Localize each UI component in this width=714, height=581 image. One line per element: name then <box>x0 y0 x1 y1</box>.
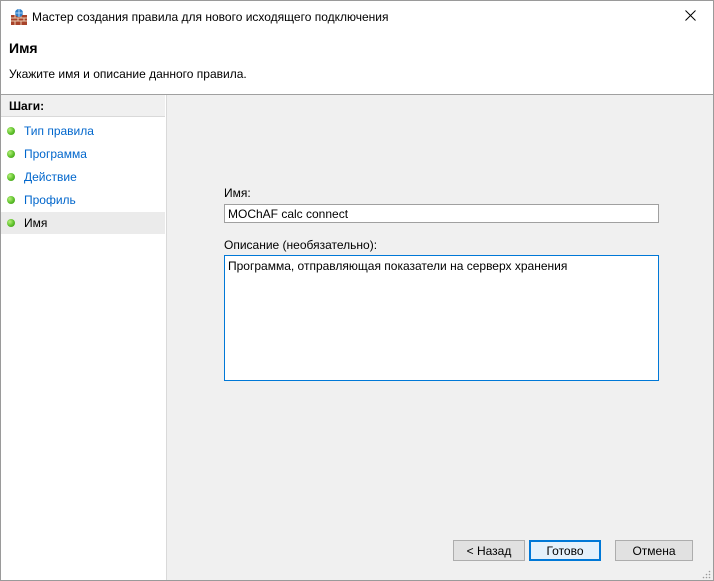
title-bar[interactable]: Мастер создания правила для нового исход… <box>1 1 713 32</box>
sidebar-item-label: Тип правила <box>24 124 94 138</box>
page-title: Имя <box>9 40 38 56</box>
resize-grip-icon[interactable] <box>701 568 711 579</box>
steps-heading: Шаги: <box>1 95 165 117</box>
sidebar-item-label: Имя <box>24 216 48 230</box>
sidebar-item-label: Действие <box>24 170 77 184</box>
step-complete-icon <box>7 150 15 158</box>
step-complete-icon <box>7 173 15 181</box>
sidebar-item-profile[interactable]: Профиль <box>1 189 165 211</box>
close-icon <box>684 9 696 24</box>
finish-button[interactable]: Готово <box>529 540 601 561</box>
wizard-window: Мастер создания правила для нового исход… <box>0 0 714 581</box>
window-title: Мастер создания правила для нового исход… <box>32 10 389 24</box>
sidebar-item-action[interactable]: Действие <box>1 166 165 188</box>
sidebar-item-rule-type[interactable]: Тип правила <box>1 120 165 142</box>
close-button[interactable] <box>667 1 713 32</box>
page-header: Имя Укажите имя и описание данного прави… <box>1 32 713 95</box>
name-input[interactable] <box>224 204 659 223</box>
sidebar-item-label: Профиль <box>24 193 76 207</box>
description-label: Описание (необязательно): <box>224 238 378 252</box>
sidebar-item-name[interactable]: Имя <box>1 212 165 234</box>
name-label: Имя: <box>224 186 251 200</box>
description-textarea[interactable]: Программа, отправляющая показатели на се… <box>224 255 659 381</box>
step-complete-icon <box>7 127 15 135</box>
cancel-button[interactable]: Отмена <box>615 540 693 561</box>
steps-sidebar: Шаги: Тип правила Программа Действие Про… <box>1 95 167 580</box>
page-description: Укажите имя и описание данного правила. <box>9 67 247 81</box>
sidebar-item-program[interactable]: Программа <box>1 143 165 165</box>
back-button[interactable]: < Назад <box>453 540 525 561</box>
sidebar-item-label: Программа <box>24 147 87 161</box>
firewall-wall-icon <box>10 8 28 26</box>
step-complete-icon <box>7 196 15 204</box>
step-complete-icon <box>7 219 15 227</box>
